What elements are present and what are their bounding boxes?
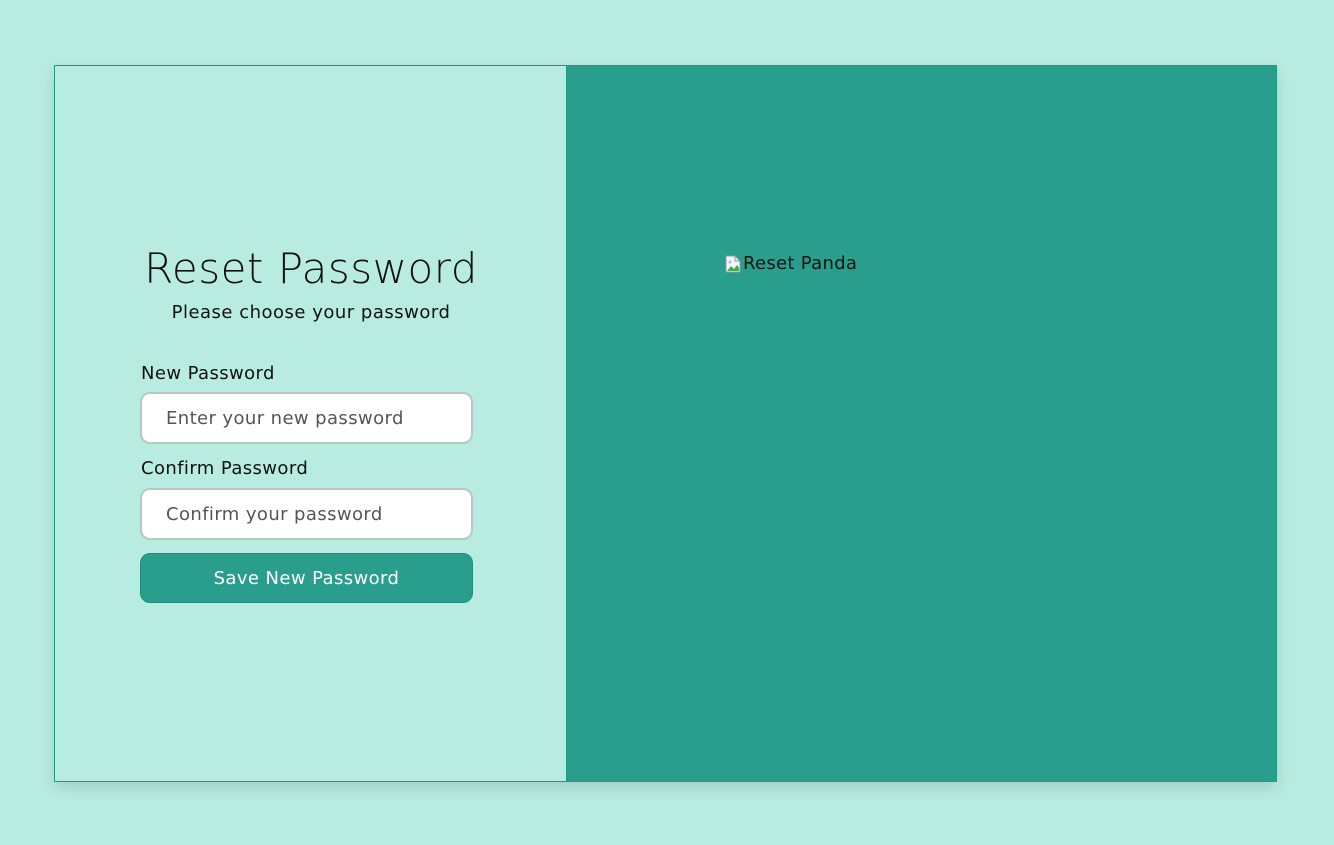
form-panel: Reset Password Please choose your passwo… (55, 66, 567, 781)
page-title: Reset Password (144, 244, 478, 293)
new-password-input[interactable] (140, 392, 473, 444)
broken-image-icon (725, 255, 741, 273)
new-password-label: New Password (141, 363, 275, 384)
illustration-panel: Reset Panda (567, 66, 1276, 781)
page-subtitle: Please choose your password (171, 302, 451, 323)
reset-panda-alt-text: Reset Panda (743, 253, 858, 274)
reset-password-card: Reset Password Please choose your passwo… (54, 65, 1277, 782)
confirm-password-input[interactable] (140, 488, 473, 540)
confirm-password-label: Confirm Password (141, 458, 309, 479)
reset-panda-image: Reset Panda (725, 253, 857, 274)
save-new-password-button[interactable]: Save New Password (140, 553, 473, 603)
